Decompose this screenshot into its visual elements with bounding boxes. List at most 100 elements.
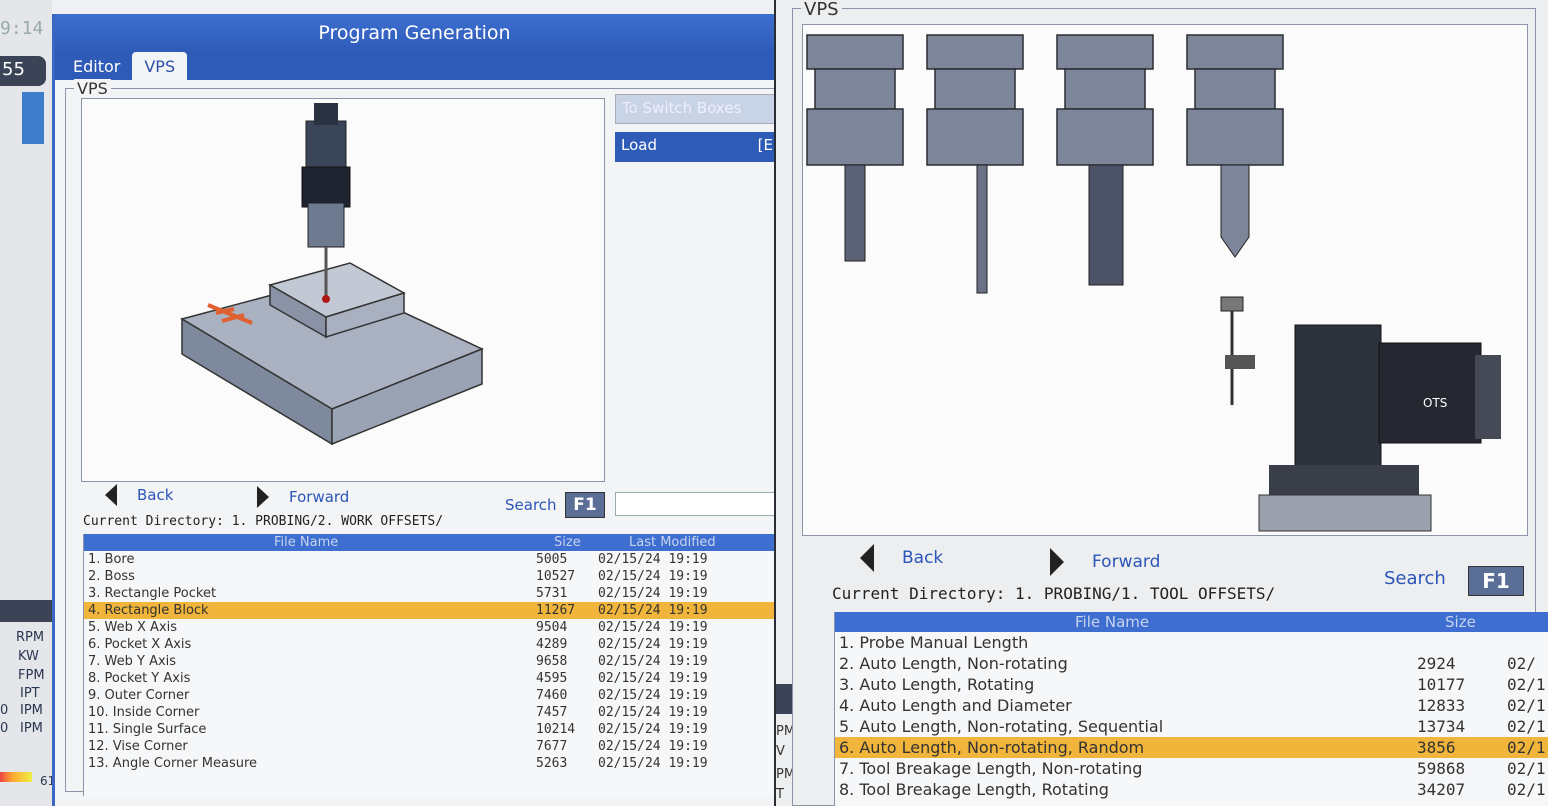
file-size-cell: 5263 [536,756,568,771]
file-name-cell: 6. Pocket X Axis [88,637,192,652]
status-bar [22,92,44,144]
file-size-cell: 13734 [1417,717,1466,736]
search-input[interactable] [615,492,774,516]
switch-boxes-button[interactable]: To Switch Boxes [615,94,774,124]
file-size-cell: 11267 [536,603,576,618]
search-label: Search [1384,568,1446,589]
nav-forward[interactable]: Forward [257,486,349,508]
table-row[interactable]: 3. Auto Length, Rotating 10177 02/1 [835,674,1548,695]
work-offset-illustration [180,103,484,446]
table-row[interactable]: 7. Web Y Axis 9658 02/15/24 19:19 [84,653,774,670]
gutter-panel [0,600,56,622]
table-header: File Name Size [835,612,1548,632]
file-date-cell: 02/15/24 19:19 [598,586,708,601]
file-date-cell: 02/1 [1507,696,1546,715]
temperature-gauge [0,772,32,782]
file-size-cell: 34207 [1417,780,1466,799]
f1-key-button[interactable]: F1 [565,492,605,518]
search-label: Search [505,496,557,514]
file-date-cell: 02/1 [1507,738,1546,757]
unit-label: IPM [20,721,43,736]
probe-preview [81,98,605,482]
unit-label: KW [18,649,39,664]
file-name-cell: 5. Web X Axis [88,620,178,635]
load-button[interactable]: Load [E [615,132,774,162]
nav-back[interactable]: Back [860,544,943,572]
vps-panel-label: VPS [801,0,842,20]
col-size: Size [554,535,581,550]
file-date-cell: 02/ [1507,654,1536,673]
file-date-cell: 02/15/24 19:19 [598,688,708,703]
file-date-cell: 02/15/24 19:19 [598,552,708,567]
file-size-cell: 10214 [536,722,576,737]
file-list: 1. Bore 5005 02/15/24 19:19 2. Boss 10527 02/… [84,551,774,772]
table-row[interactable]: 10. Inside Corner 7457 02/15/24 19:19 [84,704,774,721]
file-size-cell: 9504 [536,620,568,635]
file-name-cell: 8. Tool Breakage Length, Rotating [839,780,1109,799]
table-row[interactable]: 9. Outer Corner 7460 02/15/24 19:19 [84,687,774,704]
table-row[interactable]: 4. Auto Length and Diameter 12833 02/1 [835,695,1548,716]
file-size-cell: 10177 [1417,675,1466,694]
file-date-cell: 02/15/24 19:19 [598,671,708,686]
file-date-cell: 02/15/24 19:19 [598,620,708,635]
table-row[interactable]: 2. Auto Length, Non-rotating 2924 02/ [835,653,1548,674]
table-row[interactable]: 2. Boss 10527 02/15/24 19:19 [84,568,774,585]
control-gutter: 9:14 55 RPM KW FPM IPT 0 IPM 0 IPM 61°F [0,0,68,806]
tab-vps[interactable]: VPS [132,52,188,80]
nav-forward[interactable]: Forward [1050,548,1160,576]
table-row[interactable]: 5. Auto Length, Non-rotating, Sequential… [835,716,1548,737]
file-name-cell: 4. Auto Length and Diameter [839,696,1072,715]
forward-label: Forward [289,488,350,506]
table-row[interactable]: 11. Single Surface 10214 02/15/24 19:19 [84,721,774,738]
file-size-cell: 7457 [536,705,568,720]
file-name-cell: 2. Boss [88,569,135,584]
f1-key-button[interactable]: F1 [1468,566,1524,596]
forward-arrow-icon [1050,548,1064,576]
table-row[interactable]: 4. Rectangle Block 11267 02/15/24 19:19 [84,602,774,619]
file-size-cell: 12833 [1417,696,1466,715]
table-row[interactable]: 6. Pocket X Axis 4289 02/15/24 19:19 [84,636,774,653]
window-title: Program Generation [55,14,774,52]
file-date-cell: 02/1 [1507,675,1546,694]
table-row[interactable]: 8. Pocket Y Axis 4595 02/15/24 19:19 [84,670,774,687]
unit-label: RPM [16,630,45,645]
file-name-cell: 1. Bore [88,552,135,567]
tool-offset-illustration: OTS [806,34,1501,532]
file-table: File Name Size 1. Probe Manual Length 2. … [834,612,1548,806]
forward-label: Forward [1092,552,1161,572]
table-row[interactable]: 1. Bore 5005 02/15/24 19:19 [84,551,774,568]
file-name-cell: 8. Pocket Y Axis [88,671,191,686]
table-row[interactable]: 6. Auto Length, Non-rotating, Random 3856… [835,737,1548,758]
unit-label: T [776,787,784,802]
table-row[interactable]: 13. Angle Corner Measure 5263 02/15/24 19:… [84,755,774,772]
tab-editor[interactable]: Editor [61,52,132,80]
table-header: File Name Size Last Modified [84,534,774,551]
file-date-cell: 02/15/24 19:19 [598,739,708,754]
file-date-cell: 02/15/24 19:19 [598,637,708,652]
col-size: Size [1445,613,1476,631]
file-date-cell: 02/1 [1507,780,1546,799]
unit-label: IPM [20,703,43,718]
unit-label: FPM [18,668,45,683]
table-row[interactable]: 1. Probe Manual Length [835,632,1548,653]
back-label: Back [902,548,944,568]
file-list: 1. Probe Manual Length 2. Auto Length, No… [835,632,1548,800]
table-row[interactable]: 7. Tool Breakage Length, Non-rotating 598… [835,758,1548,779]
table-row[interactable]: 3. Rectangle Pocket 5731 02/15/24 19:19 [84,585,774,602]
table-row[interactable]: 5. Web X Axis 9504 02/15/24 19:19 [84,619,774,636]
table-row[interactable]: 8. Tool Breakage Length, Rotating 34207 02… [835,779,1548,800]
file-name-cell: 3. Rectangle Pocket [88,586,217,601]
tab-bar: Editor VPS [55,52,774,80]
file-size-cell: 2924 [1417,654,1456,673]
unit-label: IPT [20,686,40,701]
file-size-cell: 3856 [1417,738,1456,757]
forward-arrow-icon [257,486,269,508]
file-name-cell: 9. Outer Corner [88,688,190,703]
file-name-cell: 1. Probe Manual Length [839,633,1029,652]
file-name-cell: 11. Single Surface [88,722,207,737]
nav-back[interactable]: Back [105,484,173,506]
right-screen: PM V PM T VPS OTS Back Forward Search F1… [776,0,1548,806]
unit-value: 0 [0,721,9,736]
table-row[interactable]: 12. Vise Corner 7677 02/15/24 19:19 [84,738,774,755]
file-date-cell: 02/1 [1507,717,1546,736]
